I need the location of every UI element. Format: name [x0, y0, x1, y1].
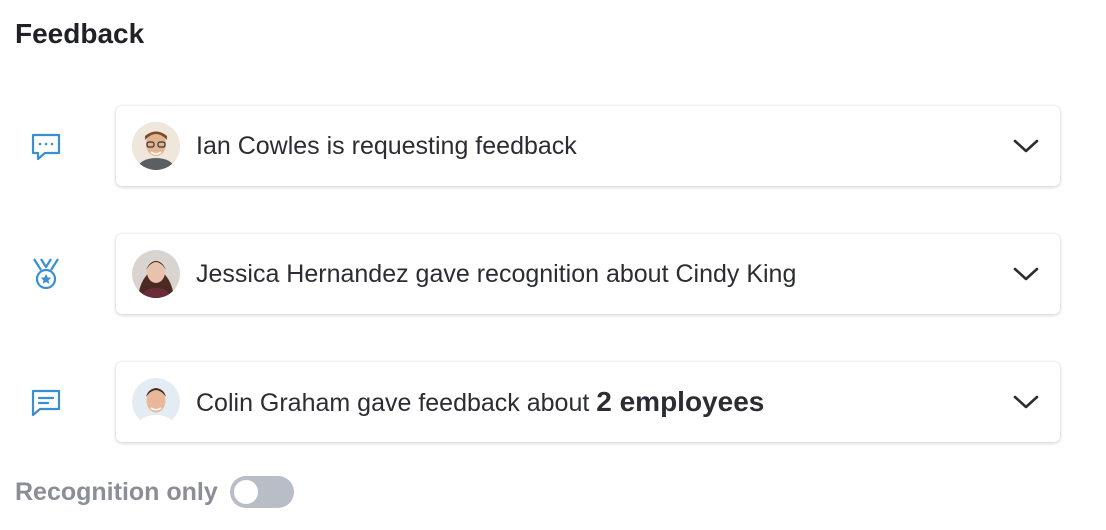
chevron-down-icon[interactable]	[1008, 128, 1044, 164]
avatar	[132, 378, 180, 426]
feedback-text: Ian Cowles is requesting feedback	[196, 131, 577, 160]
recognition-only-label: Recognition only	[15, 477, 218, 506]
chevron-down-icon[interactable]	[1008, 256, 1044, 292]
avatar	[132, 250, 180, 298]
feedback-card[interactable]: Colin Graham gave feedback about 2 emplo…	[116, 362, 1060, 442]
toggle-knob	[233, 480, 258, 504]
page-title: Feedback	[15, 18, 145, 49]
recognition-filter: Recognition only	[15, 476, 294, 508]
chevron-down-icon[interactable]	[1008, 384, 1044, 420]
message-lines-icon	[26, 382, 66, 422]
recognition-only-toggle[interactable]	[229, 476, 294, 508]
chat-dots-icon	[26, 126, 66, 166]
feedback-card[interactable]: Jessica Hernandez gave recognition about…	[116, 234, 1060, 314]
feedback-text: Colin Graham gave feedback about 2 emplo…	[196, 386, 765, 417]
medal-icon	[26, 254, 66, 294]
feedback-text: Jessica Hernandez gave recognition about…	[196, 259, 797, 288]
feedback-card[interactable]: Ian Cowles is requesting feedback	[116, 106, 1060, 186]
avatar	[132, 122, 180, 170]
employees-count[interactable]: 2 employees	[596, 386, 764, 417]
